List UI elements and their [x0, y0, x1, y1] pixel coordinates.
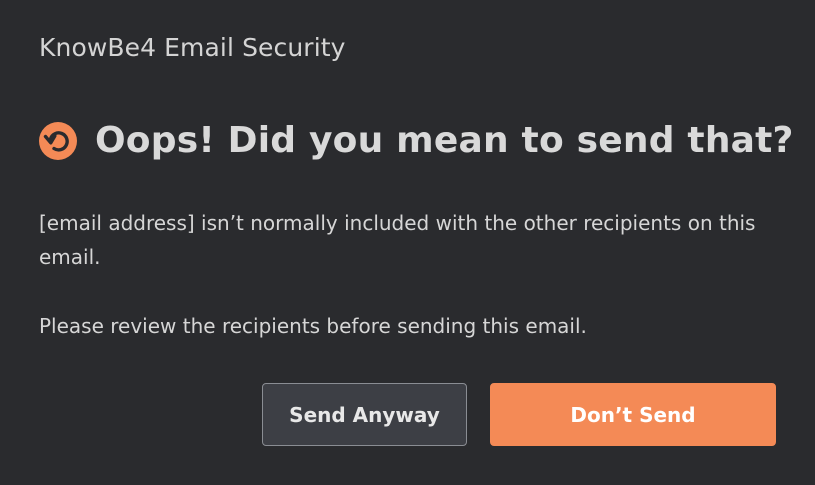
recipient-warning-message: [email address] isn’t normally included … [39, 211, 756, 269]
dont-send-button[interactable]: Don’t Send [490, 383, 776, 446]
undo-circle-icon [39, 122, 77, 160]
send-anyway-button[interactable]: Send Anyway [262, 383, 467, 446]
review-instruction: Please review the recipients before send… [39, 314, 587, 338]
dialog-heading: Oops! Did you mean to send that? [95, 120, 794, 161]
email-security-dialog: KnowBe4 Email Security Oops! Did you mea… [0, 0, 815, 485]
app-title: KnowBe4 Email Security [39, 33, 346, 62]
heading-row: Oops! Did you mean to send that? [39, 116, 794, 166]
